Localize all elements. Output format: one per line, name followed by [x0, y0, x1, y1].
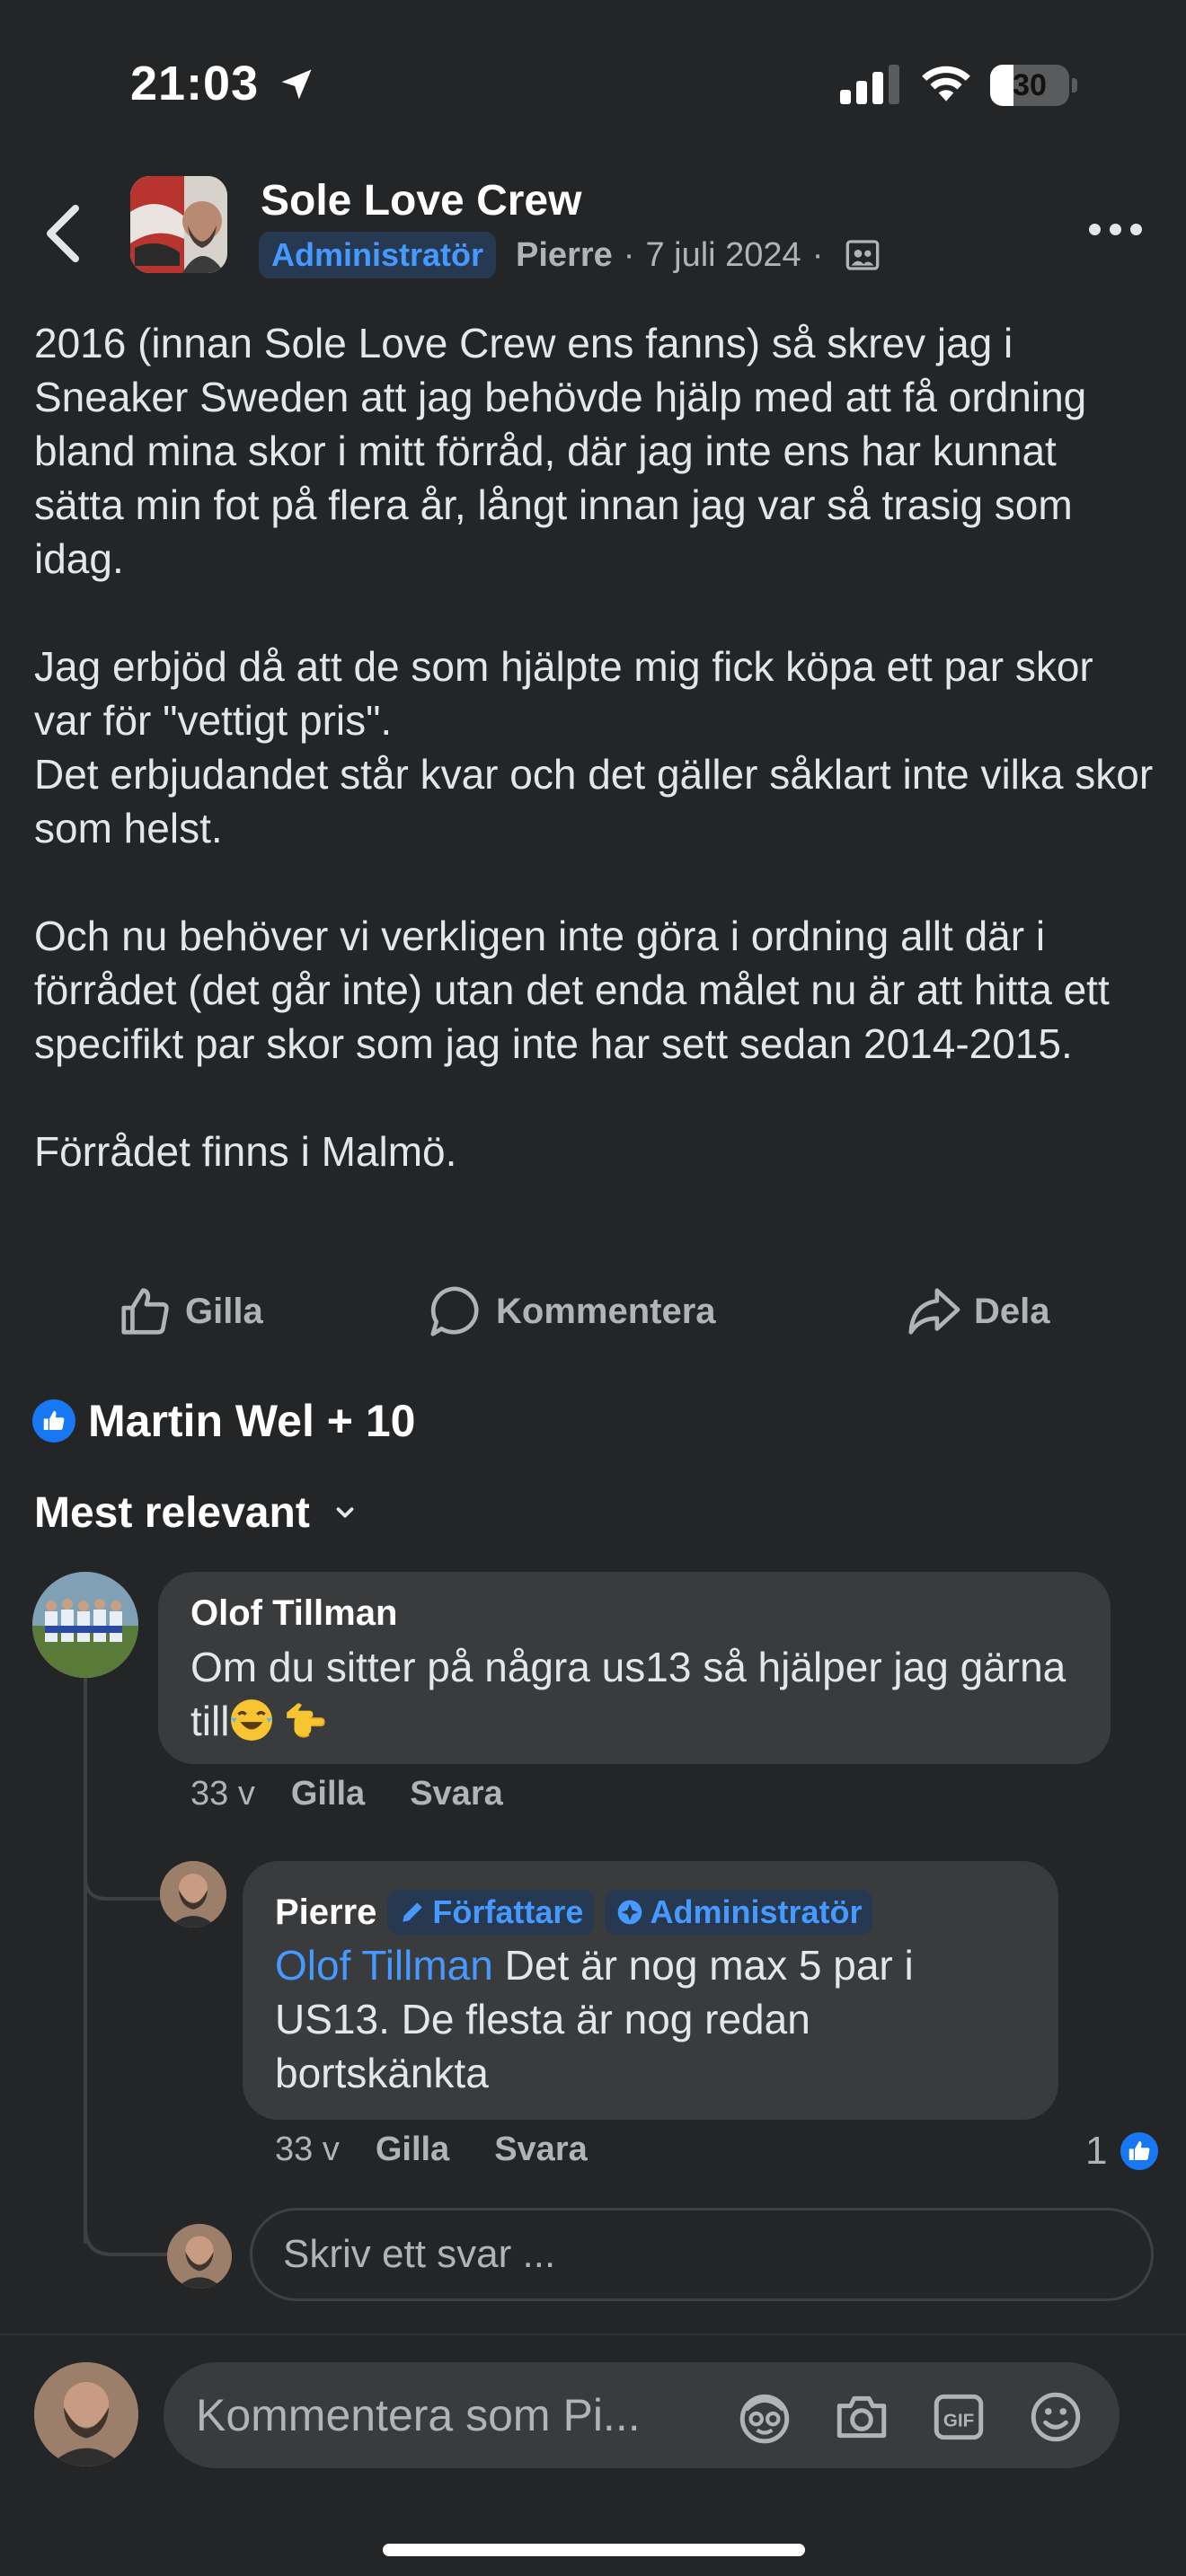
reply-input[interactable]: Skriv ett svar ... [250, 2208, 1154, 2301]
admin-shield-icon [618, 1900, 642, 1925]
post-paragraph: Förrådet finns i Malmö. [34, 1128, 457, 1175]
reply-like-count[interactable]: 1 [1085, 2129, 1162, 2174]
like-button[interactable]: Gilla [117, 1280, 263, 1343]
post-meta: Administratör Pierre · 7 juli 2024 · [259, 232, 881, 278]
comment-text: Om du sitter på några us13 så hjälper ja… [190, 1640, 1089, 1748]
comment-input[interactable]: Kommentera som Pi... GIF [164, 2362, 1120, 2468]
admin-tag: Administratör [605, 1890, 873, 1935]
post-date[interactable]: 7 juli 2024 [645, 236, 801, 275]
group-avatar[interactable] [130, 176, 227, 273]
commenter-avatar[interactable] [32, 1572, 138, 1678]
my-avatar-small[interactable] [167, 2224, 232, 2289]
comment-like-button[interactable]: Gilla [291, 1775, 365, 1813]
thread-line [84, 1678, 87, 2244]
reply-text-line2: US13. De flesta är nog redan [275, 1996, 810, 2042]
battery-indicator: 30 [990, 65, 1078, 106]
reply-author[interactable]: Pierre [275, 1892, 376, 1933]
avatar-sticker-icon[interactable] [735, 2387, 794, 2447]
admin-badge: Administratör [259, 232, 497, 278]
wifi-icon [922, 66, 970, 101]
tears-of-joy-emoji [231, 1699, 273, 1741]
more-options-icon[interactable] [1089, 216, 1152, 243]
reply-text-line3: bortskänkta [275, 2050, 489, 2096]
reply-text-line1: Det är nog max 5 par i [492, 1942, 914, 1989]
status-time: 21:03 [130, 57, 260, 110]
emoji-icon[interactable] [1026, 2387, 1085, 2447]
reply-meta: 33 v Gilla Svara [275, 2130, 633, 2169]
camera-icon[interactable] [832, 2387, 891, 2447]
author-tag: Författare [387, 1890, 595, 1935]
post-author[interactable]: Pierre [516, 236, 613, 275]
share-arrow-icon [908, 1288, 960, 1335]
reply-like-button[interactable]: Gilla [376, 2130, 449, 2169]
like-count-value: 1 [1085, 2129, 1108, 2173]
group-name[interactable]: Sole Love Crew [261, 176, 581, 225]
post-actions: Gilla Kommentera Dela [0, 1280, 1186, 1343]
back-chevron-icon[interactable] [36, 198, 90, 269]
gif-icon[interactable]: GIF [929, 2387, 988, 2447]
share-label: Dela [974, 1291, 1050, 1331]
chevron-down-icon [336, 1507, 354, 1518]
admin-tag-label: Administratör [650, 1893, 863, 1930]
like-reaction-icon [1118, 2130, 1162, 2173]
pointing-hand-emoji [287, 1703, 326, 1738]
pencil-icon [403, 1902, 423, 1922]
like-reaction-icon [32, 1399, 75, 1442]
comment-composer: Kommentera som Pi... GIF [0, 2333, 1186, 2576]
thumbs-up-icon [121, 1288, 169, 1335]
reply-input-placeholder: Skriv ett svar ... [283, 2232, 556, 2276]
meta-separator-2: · [811, 235, 824, 274]
cellular-signal-icon [840, 65, 899, 104]
post-paragraph: Jag erbjöd då att de som hjälpte mig fic… [34, 643, 1154, 851]
reply-text: Olof Tillman Det är nog max 5 par i US13… [275, 1938, 1039, 2100]
post-body: 2016 (innan Sole Love Crew ens fanns) så… [34, 316, 1157, 1232]
reply-input-connector [84, 2192, 170, 2256]
comment-button[interactable]: Kommentera [428, 1280, 716, 1343]
comment-sort-dropdown[interactable]: Mest relevant [34, 1484, 358, 1541]
post-paragraph: 2016 (innan Sole Love Crew ens fanns) så… [34, 320, 1087, 582]
home-indicator[interactable] [383, 2544, 805, 2556]
location-arrow-icon [281, 69, 312, 100]
comment-meta: 33 v Gilla Svara [190, 1775, 548, 1813]
share-button[interactable]: Dela [906, 1280, 1050, 1343]
group-privacy-icon [846, 240, 880, 270]
comment-reply-button[interactable]: Svara [410, 1775, 503, 1813]
reply-author-row: Pierre Författare Administratör [275, 1890, 873, 1935]
reactions-summary[interactable]: Martin Wel + 10 [32, 1392, 415, 1450]
battery-level: 30 [1013, 68, 1047, 102]
author-tag-label: Författare [432, 1893, 584, 1930]
comment-input-placeholder: Kommentera som Pi... [196, 2390, 641, 2440]
composer-avatar[interactable] [34, 2362, 138, 2466]
like-label: Gilla [185, 1291, 263, 1331]
meta-separator: · [623, 235, 635, 274]
post-paragraph: Och nu behöver vi verkligen inte göra i … [34, 913, 1110, 1067]
comment-bubble-icon [430, 1286, 479, 1337]
reply-author-avatar[interactable] [160, 1861, 226, 1928]
comment-author[interactable]: Olof Tillman [190, 1593, 397, 1634]
comment-time: 33 v [190, 1775, 255, 1813]
reactions-text: Martin Wel + 10 [88, 1396, 416, 1446]
status-bar: 21:03 30 [0, 0, 1186, 171]
sort-label: Mest relevant [34, 1488, 310, 1537]
mention-link[interactable]: Olof Tillman [275, 1942, 493, 1989]
comment-label: Kommentera [496, 1291, 716, 1331]
reply-reply-button[interactable]: Svara [494, 2130, 588, 2169]
svg-text:GIF: GIF [943, 2410, 974, 2430]
reply-time: 33 v [275, 2130, 340, 2168]
